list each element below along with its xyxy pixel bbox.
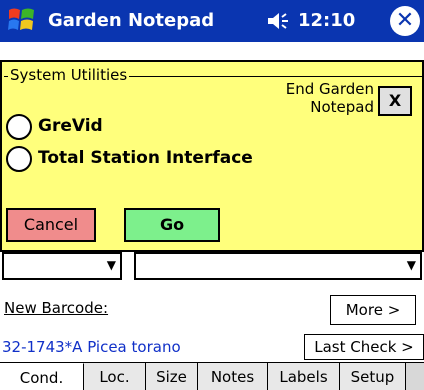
tab-size[interactable]: Size bbox=[146, 363, 198, 390]
chevron-down-icon: ▼ bbox=[406, 258, 416, 272]
clock[interactable]: 12:10 bbox=[298, 10, 355, 31]
tab-notes[interactable]: Notes bbox=[198, 363, 268, 390]
end-garden-notepad-label: End Garden Notepad bbox=[285, 80, 374, 116]
tab-labels[interactable]: Labels bbox=[268, 363, 340, 390]
speaker-icon[interactable] bbox=[266, 11, 290, 31]
small-dropdown[interactable]: ▼ bbox=[2, 252, 122, 280]
large-dropdown[interactable]: ▼ bbox=[134, 252, 422, 280]
radio-label-total-station[interactable]: Total Station Interface bbox=[38, 148, 253, 168]
tab-bar: Cond. Loc. Size Notes Labels Setup bbox=[0, 362, 424, 390]
record-label: 32-1743*A Picea torano bbox=[2, 338, 181, 356]
more-button[interactable]: More > bbox=[330, 295, 416, 325]
radio-grevid[interactable] bbox=[6, 114, 32, 140]
last-check-button[interactable]: Last Check > bbox=[304, 334, 424, 360]
tab-cond[interactable]: Cond. bbox=[0, 363, 84, 390]
new-barcode-link[interactable]: New Barcode: bbox=[4, 299, 108, 317]
radio-total-station[interactable] bbox=[6, 146, 32, 172]
cancel-button[interactable]: Cancel bbox=[6, 208, 96, 242]
title-bar: Garden Notepad 12:10 ✕ bbox=[0, 0, 424, 42]
end-garden-notepad-button[interactable]: X bbox=[378, 86, 412, 116]
radio-label-grevid[interactable]: GreVid bbox=[38, 116, 103, 136]
system-utilities-dialog: System Utilities End Garden Notepad X Gr… bbox=[0, 60, 424, 252]
close-button[interactable]: ✕ bbox=[390, 6, 420, 36]
tab-loc[interactable]: Loc. bbox=[84, 363, 146, 390]
group-title: System Utilities bbox=[8, 66, 130, 84]
windows-flag-icon[interactable] bbox=[6, 4, 38, 36]
app-title: Garden Notepad bbox=[48, 10, 215, 31]
chevron-down-icon: ▼ bbox=[106, 258, 116, 272]
go-button[interactable]: Go bbox=[124, 208, 220, 242]
tab-setup[interactable]: Setup bbox=[340, 363, 406, 390]
